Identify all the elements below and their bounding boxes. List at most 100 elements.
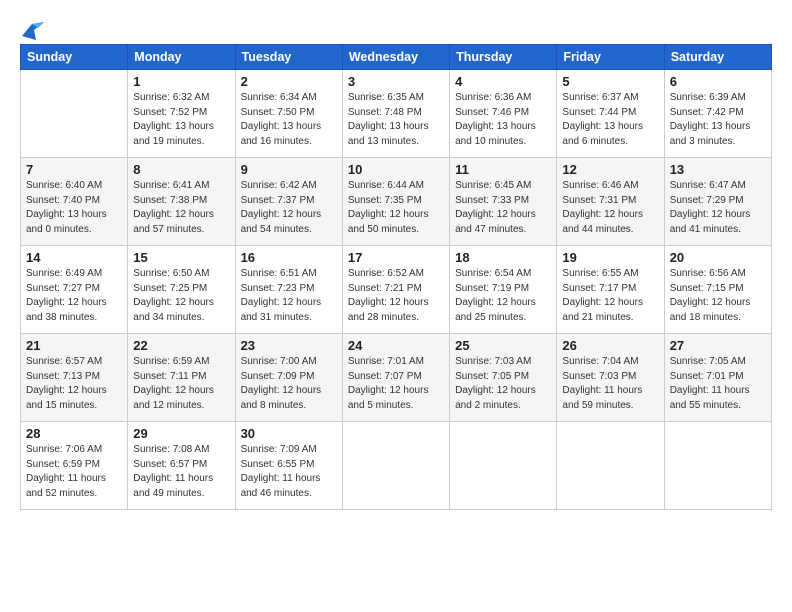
day-info: Sunrise: 6:42 AMSunset: 7:37 PMDaylight:… bbox=[241, 179, 337, 237]
day-number: 9 bbox=[241, 162, 337, 177]
day-info: Sunrise: 7:01 AMSunset: 7:07 PMDaylight:… bbox=[348, 355, 444, 413]
day-number: 11 bbox=[455, 162, 551, 177]
day-number: 7 bbox=[26, 162, 122, 177]
calendar-cell bbox=[557, 422, 664, 510]
day-number: 24 bbox=[348, 338, 444, 353]
calendar-cell: 7 Sunrise: 6:40 AMSunset: 7:40 PMDaylight… bbox=[21, 158, 128, 246]
day-number: 8 bbox=[133, 162, 229, 177]
day-number: 2 bbox=[241, 74, 337, 89]
day-info: Sunrise: 6:44 AMSunset: 7:35 PMDaylight:… bbox=[348, 179, 444, 237]
calendar-table: SundayMondayTuesdayWednesdayThursdayFrid… bbox=[20, 44, 772, 510]
day-number: 1 bbox=[133, 74, 229, 89]
day-number: 27 bbox=[670, 338, 766, 353]
day-number: 20 bbox=[670, 250, 766, 265]
day-number: 17 bbox=[348, 250, 444, 265]
day-info: Sunrise: 6:47 AMSunset: 7:29 PMDaylight:… bbox=[670, 179, 766, 237]
weekday-header-thursday: Thursday bbox=[450, 45, 557, 70]
day-info: Sunrise: 6:41 AMSunset: 7:38 PMDaylight:… bbox=[133, 179, 229, 237]
weekday-header-monday: Monday bbox=[128, 45, 235, 70]
day-info: Sunrise: 6:49 AMSunset: 7:27 PMDaylight:… bbox=[26, 267, 122, 325]
day-info: Sunrise: 7:09 AMSunset: 6:55 PMDaylight:… bbox=[241, 443, 337, 501]
week-row-2: 7 Sunrise: 6:40 AMSunset: 7:40 PMDaylight… bbox=[21, 158, 772, 246]
day-number: 18 bbox=[455, 250, 551, 265]
week-row-5: 28 Sunrise: 7:06 AMSunset: 6:59 PMDayligh… bbox=[21, 422, 772, 510]
day-info: Sunrise: 7:08 AMSunset: 6:57 PMDaylight:… bbox=[133, 443, 229, 501]
day-number: 5 bbox=[562, 74, 658, 89]
day-number: 26 bbox=[562, 338, 658, 353]
day-info: Sunrise: 6:52 AMSunset: 7:21 PMDaylight:… bbox=[348, 267, 444, 325]
calendar-cell: 10 Sunrise: 6:44 AMSunset: 7:35 PMDayligh… bbox=[342, 158, 449, 246]
weekday-header-friday: Friday bbox=[557, 45, 664, 70]
calendar-cell: 6 Sunrise: 6:39 AMSunset: 7:42 PMDaylight… bbox=[664, 70, 771, 158]
day-info: Sunrise: 6:36 AMSunset: 7:46 PMDaylight:… bbox=[455, 91, 551, 149]
day-number: 23 bbox=[241, 338, 337, 353]
day-info: Sunrise: 6:40 AMSunset: 7:40 PMDaylight:… bbox=[26, 179, 122, 237]
day-info: Sunrise: 6:56 AMSunset: 7:15 PMDaylight:… bbox=[670, 267, 766, 325]
day-info: Sunrise: 6:37 AMSunset: 7:44 PMDaylight:… bbox=[562, 91, 658, 149]
weekday-header-saturday: Saturday bbox=[664, 45, 771, 70]
calendar-cell: 20 Sunrise: 6:56 AMSunset: 7:15 PMDayligh… bbox=[664, 246, 771, 334]
week-row-1: 1 Sunrise: 6:32 AMSunset: 7:52 PMDaylight… bbox=[21, 70, 772, 158]
day-info: Sunrise: 6:32 AMSunset: 7:52 PMDaylight:… bbox=[133, 91, 229, 149]
day-number: 13 bbox=[670, 162, 766, 177]
day-number: 30 bbox=[241, 426, 337, 441]
calendar-cell: 24 Sunrise: 7:01 AMSunset: 7:07 PMDayligh… bbox=[342, 334, 449, 422]
calendar-cell: 21 Sunrise: 6:57 AMSunset: 7:13 PMDayligh… bbox=[21, 334, 128, 422]
calendar-cell: 4 Sunrise: 6:36 AMSunset: 7:46 PMDaylight… bbox=[450, 70, 557, 158]
calendar-cell: 15Sunrise: 6:50 AMSunset: 7:25 PMDayligh… bbox=[128, 246, 235, 334]
day-info: Sunrise: 6:35 AMSunset: 7:48 PMDaylight:… bbox=[348, 91, 444, 149]
calendar-cell: 5 Sunrise: 6:37 AMSunset: 7:44 PMDaylight… bbox=[557, 70, 664, 158]
calendar-cell: 19 Sunrise: 6:55 AMSunset: 7:17 PMDayligh… bbox=[557, 246, 664, 334]
calendar-cell: 16 Sunrise: 6:51 AMSunset: 7:23 PMDayligh… bbox=[235, 246, 342, 334]
calendar-cell: 2 Sunrise: 6:34 AMSunset: 7:50 PMDaylight… bbox=[235, 70, 342, 158]
calendar-cell bbox=[21, 70, 128, 158]
day-number: 12 bbox=[562, 162, 658, 177]
day-info: Sunrise: 7:05 AMSunset: 7:01 PMDaylight:… bbox=[670, 355, 766, 413]
calendar-cell: 1 Sunrise: 6:32 AMSunset: 7:52 PMDaylight… bbox=[128, 70, 235, 158]
calendar-cell: 12Sunrise: 6:46 AMSunset: 7:31 PMDayligh… bbox=[557, 158, 664, 246]
day-info: Sunrise: 6:54 AMSunset: 7:19 PMDaylight:… bbox=[455, 267, 551, 325]
day-info: Sunrise: 7:00 AMSunset: 7:09 PMDaylight:… bbox=[241, 355, 337, 413]
day-number: 29 bbox=[133, 426, 229, 441]
day-number: 4 bbox=[455, 74, 551, 89]
calendar-cell bbox=[342, 422, 449, 510]
calendar-cell bbox=[664, 422, 771, 510]
weekday-header-sunday: Sunday bbox=[21, 45, 128, 70]
day-number: 15 bbox=[133, 250, 229, 265]
day-info: Sunrise: 7:04 AMSunset: 7:03 PMDaylight:… bbox=[562, 355, 658, 413]
calendar-cell: 29 Sunrise: 7:08 AMSunset: 6:57 PMDayligh… bbox=[128, 422, 235, 510]
calendar-cell: 8 Sunrise: 6:41 AMSunset: 7:38 PMDaylight… bbox=[128, 158, 235, 246]
day-info: Sunrise: 6:34 AMSunset: 7:50 PMDaylight:… bbox=[241, 91, 337, 149]
weekday-header-tuesday: Tuesday bbox=[235, 45, 342, 70]
header bbox=[20, 16, 772, 36]
calendar-cell: 14 Sunrise: 6:49 AMSunset: 7:27 PMDayligh… bbox=[21, 246, 128, 334]
day-info: Sunrise: 6:39 AMSunset: 7:42 PMDaylight:… bbox=[670, 91, 766, 149]
day-number: 16 bbox=[241, 250, 337, 265]
calendar-cell: 25Sunrise: 7:03 AMSunset: 7:05 PMDayligh… bbox=[450, 334, 557, 422]
day-number: 28 bbox=[26, 426, 122, 441]
day-number: 10 bbox=[348, 162, 444, 177]
calendar-cell: 26 Sunrise: 7:04 AMSunset: 7:03 PMDayligh… bbox=[557, 334, 664, 422]
day-number: 14 bbox=[26, 250, 122, 265]
day-number: 6 bbox=[670, 74, 766, 89]
week-row-4: 21 Sunrise: 6:57 AMSunset: 7:13 PMDayligh… bbox=[21, 334, 772, 422]
day-info: Sunrise: 6:57 AMSunset: 7:13 PMDaylight:… bbox=[26, 355, 122, 413]
calendar-cell bbox=[450, 422, 557, 510]
day-info: Sunrise: 6:55 AMSunset: 7:17 PMDaylight:… bbox=[562, 267, 658, 325]
weekday-header-row: SundayMondayTuesdayWednesdayThursdayFrid… bbox=[21, 45, 772, 70]
week-row-3: 14 Sunrise: 6:49 AMSunset: 7:27 PMDayligh… bbox=[21, 246, 772, 334]
calendar-cell: 23 Sunrise: 7:00 AMSunset: 7:09 PMDayligh… bbox=[235, 334, 342, 422]
day-info: Sunrise: 7:06 AMSunset: 6:59 PMDaylight:… bbox=[26, 443, 122, 501]
logo-bird-icon bbox=[22, 22, 44, 40]
day-number: 21 bbox=[26, 338, 122, 353]
calendar-cell: 28 Sunrise: 7:06 AMSunset: 6:59 PMDayligh… bbox=[21, 422, 128, 510]
calendar-cell: 18 Sunrise: 6:54 AMSunset: 7:19 PMDayligh… bbox=[450, 246, 557, 334]
weekday-header-wednesday: Wednesday bbox=[342, 45, 449, 70]
day-info: Sunrise: 6:45 AMSunset: 7:33 PMDaylight:… bbox=[455, 179, 551, 237]
day-number: 25 bbox=[455, 338, 551, 353]
day-info: Sunrise: 6:51 AMSunset: 7:23 PMDaylight:… bbox=[241, 267, 337, 325]
logo bbox=[20, 22, 44, 36]
day-number: 19 bbox=[562, 250, 658, 265]
calendar-cell: 13 Sunrise: 6:47 AMSunset: 7:29 PMDayligh… bbox=[664, 158, 771, 246]
calendar-cell: 9 Sunrise: 6:42 AMSunset: 7:37 PMDaylight… bbox=[235, 158, 342, 246]
